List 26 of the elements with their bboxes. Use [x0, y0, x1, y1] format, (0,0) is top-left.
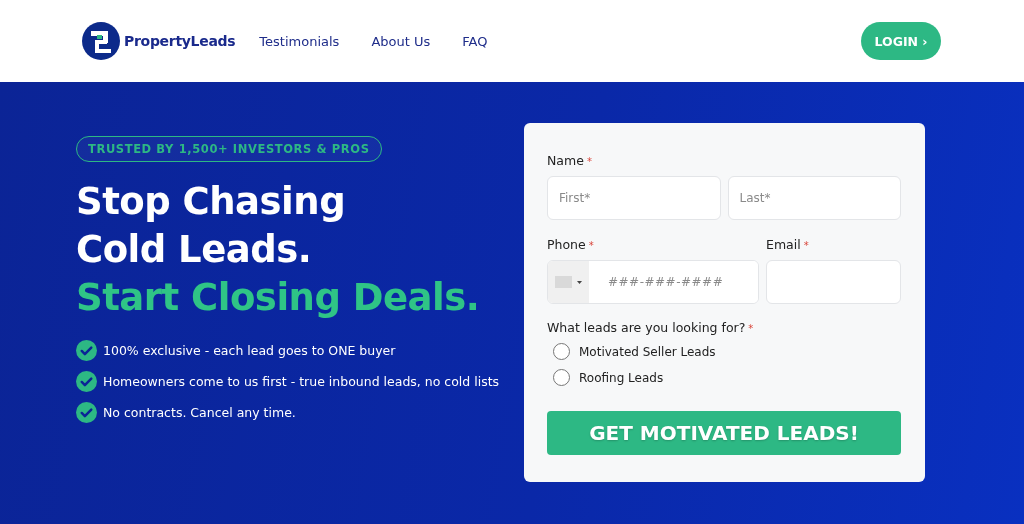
check-icon [76, 402, 97, 423]
last-name-field[interactable]: Last* [727, 176, 901, 220]
benefit-text: 100% exclusive - each lead goes to ONE buyer [103, 343, 396, 358]
radio-option[interactable]: Roofing Leads [553, 369, 901, 386]
field-label: Name * [547, 153, 593, 168]
check-icon [76, 340, 97, 361]
field-label: Phone * [547, 237, 595, 252]
trust-badge: TRUSTED BY 1,500+ INVESTORS & PROS [76, 136, 382, 162]
email-field[interactable] [766, 260, 901, 304]
phone-field[interactable]: ###-###-#### [547, 260, 759, 304]
question-label: What leads are you looking for? * [547, 320, 755, 335]
field-label: Email * [766, 237, 810, 252]
benefit-text: No contracts. Cancel any time. [103, 405, 296, 420]
nav-link[interactable]: Testimonials [259, 33, 340, 49]
check-icon [76, 371, 97, 392]
headline: Stop Chasing [76, 179, 347, 225]
brand-name: PropertyLeads [124, 33, 236, 49]
nav-link[interactable]: FAQ [462, 33, 488, 49]
logo-icon [82, 22, 120, 60]
radio-option[interactable]: Motivated Seller Leads [553, 343, 901, 360]
headline: Start Closing Deals. [76, 275, 480, 321]
headline: Cold Leads. [76, 227, 313, 273]
first-name-field[interactable]: First* [547, 176, 721, 220]
caret-icon [577, 280, 582, 284]
benefit-text: Homeowners come to us first - true inbound leads, no cold lists [103, 374, 500, 389]
nav-link[interactable]: About Us [371, 33, 431, 49]
